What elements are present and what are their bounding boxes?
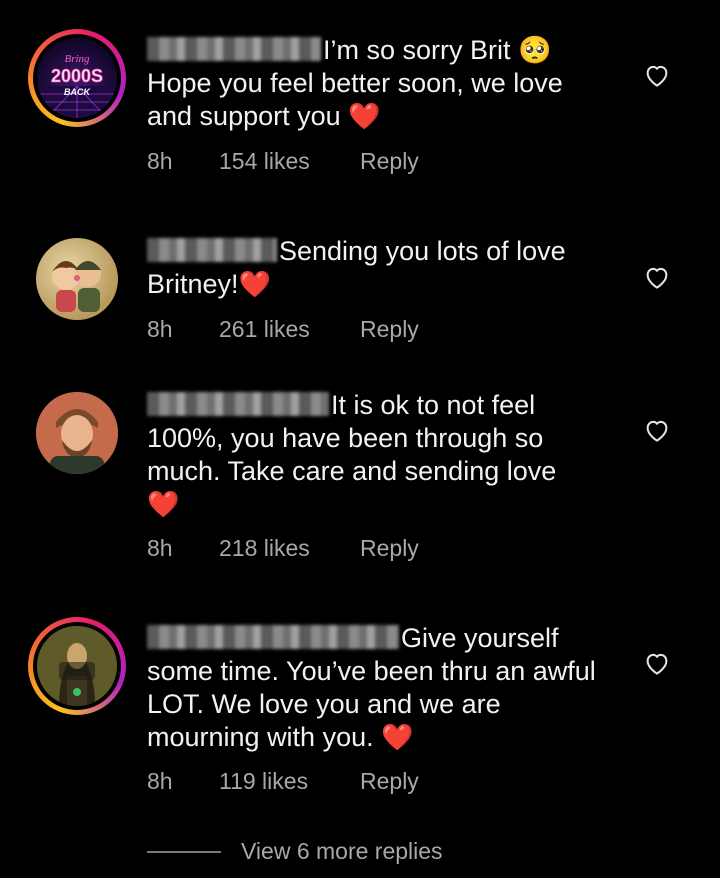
likes-count[interactable]: 119 likes <box>219 768 308 795</box>
person-photo-icon <box>36 392 118 474</box>
retro-logo-icon: Bring 2000S BACK <box>37 53 117 118</box>
view-more-replies-button[interactable]: View 6 more replies <box>147 838 443 865</box>
likes-count[interactable]: 261 likes <box>219 316 310 343</box>
avatar-image: Bring 2000S BACK <box>37 38 117 118</box>
avatar[interactable] <box>36 238 118 320</box>
red-heart-emoji-icon: ❤️ <box>348 101 381 131</box>
likes-count[interactable]: 154 likes <box>219 148 310 175</box>
red-heart-emoji-icon: ❤️ <box>381 722 414 752</box>
like-button[interactable] <box>642 648 672 678</box>
red-heart-emoji-icon: ❤️ <box>147 489 180 519</box>
username-redacted[interactable] <box>147 238 277 262</box>
heart-outline-icon <box>646 65 668 87</box>
red-heart-emoji-icon: ❤️ <box>238 269 271 299</box>
view-more-replies-label: View 6 more replies <box>241 838 443 864</box>
username-redacted[interactable] <box>147 37 321 61</box>
like-button[interactable] <box>642 60 672 90</box>
comment-text: Give yourself some time. You’ve been thr… <box>147 623 596 752</box>
svg-text:BACK: BACK <box>64 87 91 97</box>
mona-lisa-icon <box>37 626 117 706</box>
like-button[interactable] <box>642 262 672 292</box>
reply-button[interactable]: Reply <box>360 768 419 795</box>
comment-text: It is ok to not feel 100%, you have been… <box>147 390 557 519</box>
username-redacted[interactable] <box>147 392 329 416</box>
comment-text: Sending you lots of love Britney!❤️ <box>147 236 566 299</box>
comment-time: 8h <box>147 535 173 561</box>
comment-time: 8h <box>147 768 173 794</box>
avatar[interactable] <box>28 617 126 715</box>
avatar[interactable]: Bring 2000S BACK <box>28 29 126 127</box>
heart-outline-icon <box>646 420 668 442</box>
svg-text:2000S: 2000S <box>51 66 103 86</box>
avatar[interactable] <box>36 392 118 474</box>
heart-outline-icon <box>646 653 668 675</box>
reply-button[interactable]: Reply <box>360 148 419 175</box>
couple-cartoon-icon <box>52 261 101 312</box>
likes-count[interactable]: 218 likes <box>219 535 310 562</box>
comment-time: 8h <box>147 148 173 174</box>
avatar-image <box>37 626 117 706</box>
username-redacted[interactable] <box>147 625 399 649</box>
reply-button[interactable]: Reply <box>360 535 419 562</box>
svg-text:Bring: Bring <box>64 53 90 65</box>
comment-time: 8h <box>147 316 173 342</box>
heart-outline-icon <box>646 267 668 289</box>
comment-text: I’m so sorry Brit 🥺 Hope you feel better… <box>147 35 563 131</box>
reply-button[interactable]: Reply <box>360 316 419 343</box>
divider <box>147 850 221 853</box>
like-button[interactable] <box>642 415 672 445</box>
